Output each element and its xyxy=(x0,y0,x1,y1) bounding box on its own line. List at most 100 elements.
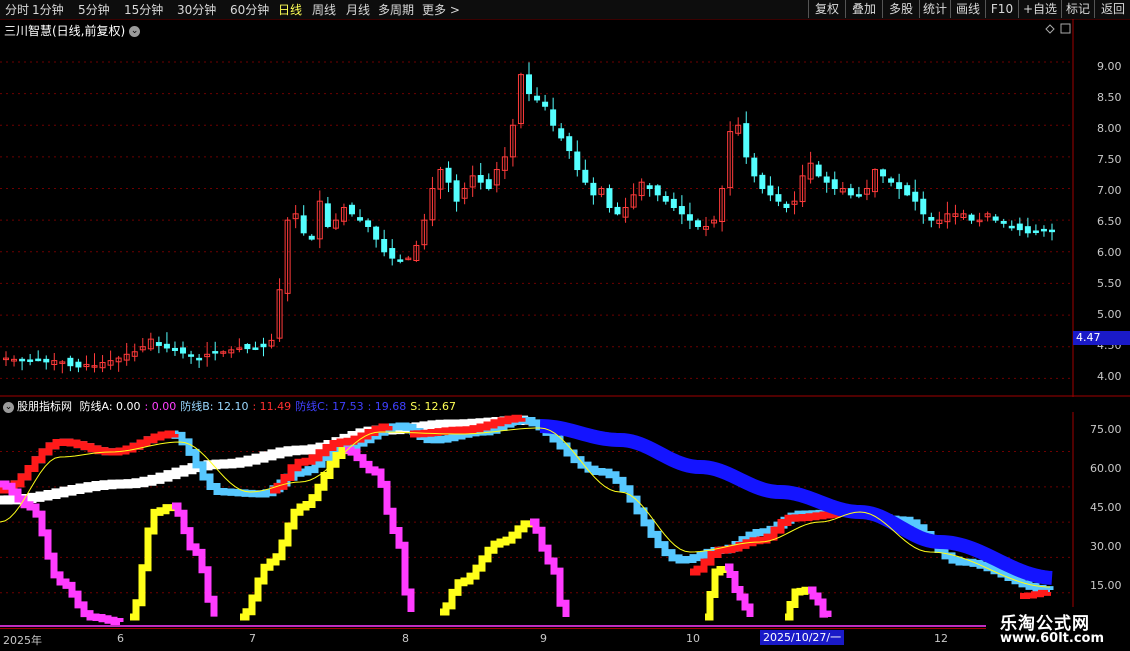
candle-body xyxy=(992,216,999,221)
candle-body xyxy=(485,179,492,190)
candle-body xyxy=(163,343,170,349)
candle-body xyxy=(196,357,203,361)
candle-body xyxy=(180,347,187,354)
y-tick: 6.00 xyxy=(1097,246,1122,259)
date-label: 9 xyxy=(540,632,547,645)
candle-body xyxy=(550,109,557,126)
indicator-series xyxy=(0,414,1054,626)
y-tick: 7.50 xyxy=(1097,153,1122,166)
y-tick: 4.00 xyxy=(1097,370,1122,383)
hump-magenta xyxy=(0,480,124,626)
add-watchlist-button[interactable]: +自选 xyxy=(1018,0,1061,18)
candle-body xyxy=(888,178,895,183)
candle-body xyxy=(558,128,565,139)
candle-body xyxy=(348,204,355,215)
candle-body xyxy=(43,358,50,363)
candle-body xyxy=(324,203,331,227)
candle-body xyxy=(590,182,597,196)
candle-body xyxy=(912,191,919,202)
candle-body xyxy=(212,351,219,354)
date-label: 10 xyxy=(686,632,700,645)
candle-body xyxy=(880,169,887,177)
y-tick: 5.50 xyxy=(1097,277,1122,290)
period-tab-5min[interactable]: 5分钟 xyxy=(78,1,110,18)
candle-body xyxy=(373,226,380,240)
draw-line-button[interactable]: 画线 xyxy=(950,0,985,18)
period-tab-1min[interactable]: 1分钟 xyxy=(32,1,64,18)
period-tab-multi[interactable]: 多周期 xyxy=(378,1,414,18)
candlestick-chart[interactable] xyxy=(0,19,1130,397)
candle-body xyxy=(260,343,267,348)
candle-body xyxy=(775,194,782,202)
period-tab-fenshi[interactable]: 分时 xyxy=(5,1,29,18)
candle-body xyxy=(75,361,82,368)
hump-magenta xyxy=(530,518,570,617)
candle-body xyxy=(389,248,396,259)
y-tick: 15.00 xyxy=(1090,579,1122,592)
candle-body xyxy=(928,216,935,221)
candle-body xyxy=(244,344,251,350)
period-tab-60min[interactable]: 60分钟 xyxy=(230,1,269,18)
y-tick: 45.00 xyxy=(1090,501,1122,514)
indicator-chart[interactable] xyxy=(0,412,1130,628)
period-tab-15min[interactable]: 15分钟 xyxy=(124,1,163,18)
candle-body xyxy=(1008,225,1015,229)
candle-body xyxy=(574,151,581,171)
mark-button[interactable]: 标记 xyxy=(1061,0,1094,18)
period-tab-more[interactable]: 更多 > xyxy=(422,1,460,18)
y-tick: 9.00 xyxy=(1097,60,1122,73)
period-tab-monthly[interactable]: 月线 xyxy=(346,1,370,18)
y-tick: 6.50 xyxy=(1097,215,1122,228)
candle-body xyxy=(477,175,484,183)
candle-body xyxy=(453,180,460,202)
candle-body xyxy=(1024,226,1031,234)
candle-body xyxy=(1000,220,1007,224)
period-tab-daily[interactable]: 日线 xyxy=(278,1,302,18)
candle-body xyxy=(646,185,653,190)
candle-body xyxy=(566,136,573,152)
candle-body xyxy=(1040,228,1047,232)
cursor-date-tag: 2025/10/27/一 xyxy=(760,630,845,645)
period-tab-weekly[interactable]: 周线 xyxy=(312,1,336,18)
candlestick-series xyxy=(3,62,1055,374)
candle-body xyxy=(815,164,822,177)
candle-body xyxy=(171,347,178,352)
adjust-button[interactable]: 复权 xyxy=(808,0,845,18)
f10-button[interactable]: F10 xyxy=(985,0,1018,18)
candle-body xyxy=(759,174,766,190)
candle-body xyxy=(1032,230,1039,233)
date-label: 8 xyxy=(402,632,409,645)
candle-body xyxy=(614,206,621,215)
candle-body xyxy=(751,157,758,177)
candle-body xyxy=(35,358,42,362)
candle-body xyxy=(27,359,34,362)
back-button[interactable]: 返回 xyxy=(1094,0,1130,18)
candle-body xyxy=(300,215,307,234)
candle-body xyxy=(968,214,975,221)
candle-body xyxy=(381,239,388,253)
candle-body xyxy=(904,185,911,196)
defense-line-c-band xyxy=(539,419,1053,585)
candle-body xyxy=(783,203,790,208)
date-label: 2025年 xyxy=(3,634,42,647)
restore-icon[interactable] xyxy=(1060,23,1071,34)
stats-button[interactable]: 统计 xyxy=(919,0,950,18)
period-tab-30min[interactable]: 30分钟 xyxy=(177,1,216,18)
multi-stock-button[interactable]: 多股 xyxy=(882,0,919,18)
main-grid xyxy=(0,61,1073,379)
y-tick: 75.00 xyxy=(1090,423,1122,436)
candle-body xyxy=(252,347,259,350)
candle-body xyxy=(847,188,854,196)
candle-body xyxy=(1049,229,1055,233)
candle-body xyxy=(670,198,677,209)
chevron-down-icon[interactable]: ⌄ xyxy=(3,401,14,413)
candle-body xyxy=(397,259,404,262)
hump-magenta xyxy=(345,446,415,612)
diamond-icon[interactable] xyxy=(1045,24,1055,34)
candle-body xyxy=(526,74,532,95)
candle-body xyxy=(582,169,589,183)
hump-magenta xyxy=(808,586,832,618)
watermark-url: www.60lt.com xyxy=(1000,631,1105,646)
candle-body xyxy=(686,214,693,221)
overlay-button[interactable]: 叠加 xyxy=(845,0,882,18)
